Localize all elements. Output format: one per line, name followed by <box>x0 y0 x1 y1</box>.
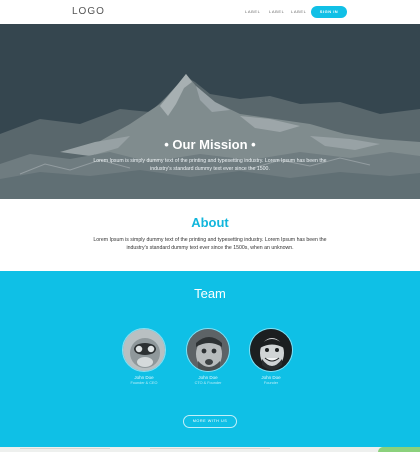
member-role: CTO & Founder <box>194 381 222 385</box>
more-with-us-button[interactable]: MORE WITH US <box>183 415 237 428</box>
team-member-card: John Doe Founder <box>241 328 301 385</box>
avatar[interactable] <box>122 328 166 372</box>
member-name: John Doe <box>261 375 281 380</box>
map-road <box>20 448 110 449</box>
member-name: John Doe <box>198 375 218 380</box>
nav-link-3[interactable]: LABEL <box>291 9 306 14</box>
sign-in-button[interactable]: SIGN IN <box>311 6 347 18</box>
map-park-area <box>378 447 420 452</box>
team-section: Team John Doe Founder & CEO John Doe CTO… <box>0 271 420 447</box>
about-title: About <box>191 215 229 230</box>
map-preview[interactable] <box>0 447 420 452</box>
about-section: About Lorem Ipsum is simply dummy text o… <box>0 199 420 271</box>
hero-section: • Our Mission • Lorem Ipsum is simply du… <box>0 24 420 199</box>
about-text: Lorem Ipsum is simply dummy text of the … <box>93 237 327 251</box>
team-member-card: John Doe Founder & CEO <box>114 328 174 385</box>
member-name: John Doe <box>134 375 154 380</box>
nav-link-2[interactable]: LABEL <box>269 9 284 14</box>
member-role: Founder & CEO <box>130 381 158 385</box>
mission-text: Lorem Ipsum is simply dummy text of the … <box>93 158 327 172</box>
team-title: Team <box>194 286 226 301</box>
avatar[interactable] <box>249 328 293 372</box>
team-member-card: John Doe CTO & Founder <box>178 328 238 385</box>
member-role: Founder <box>263 381 279 385</box>
avatar[interactable] <box>186 328 230 372</box>
nav-link-1[interactable]: LABEL <box>245 9 260 14</box>
logo[interactable]: LOGO <box>72 6 105 17</box>
map-road <box>150 448 270 449</box>
top-navbar: LOGO LABEL LABEL LABEL SIGN IN <box>0 0 420 24</box>
mission-title: • Our Mission • <box>164 137 256 152</box>
